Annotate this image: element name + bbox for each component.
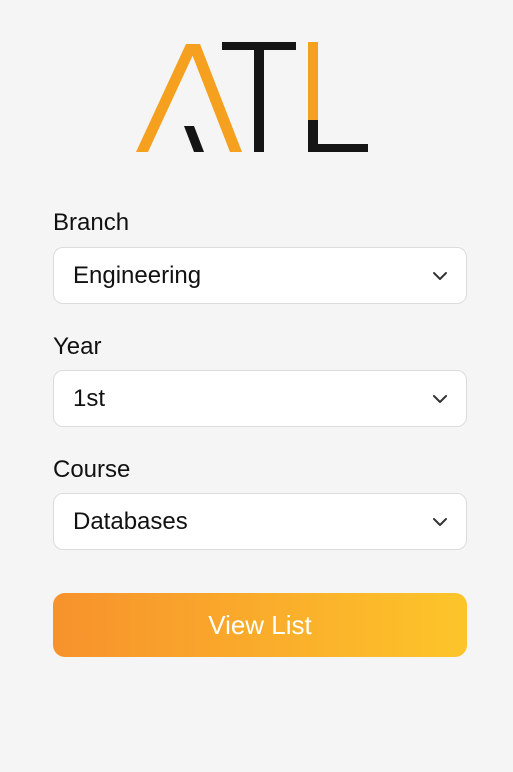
year-label: Year (53, 333, 102, 360)
year-select-value: 1st (73, 384, 106, 412)
logo-letter-a-inner (184, 126, 204, 152)
logo-letter-l-stem-top (308, 42, 318, 120)
chevron-down-icon (433, 394, 447, 403)
course-select[interactable]: Databases (53, 493, 467, 550)
atl-logo (136, 42, 368, 152)
course-label: Course (53, 456, 131, 483)
view-list-button[interactable]: View List (53, 593, 467, 657)
course-select-value: Databases (73, 507, 188, 535)
logo-letter-t-stem (254, 42, 264, 152)
logo-letter-l-foot (308, 144, 368, 152)
chevron-down-icon (433, 517, 447, 526)
year-select[interactable]: 1st (53, 370, 467, 427)
branch-select-value: Engineering (73, 261, 202, 289)
branch-select[interactable]: Engineering (53, 247, 467, 304)
chevron-down-icon (433, 271, 447, 280)
branch-label: Branch (53, 209, 130, 236)
